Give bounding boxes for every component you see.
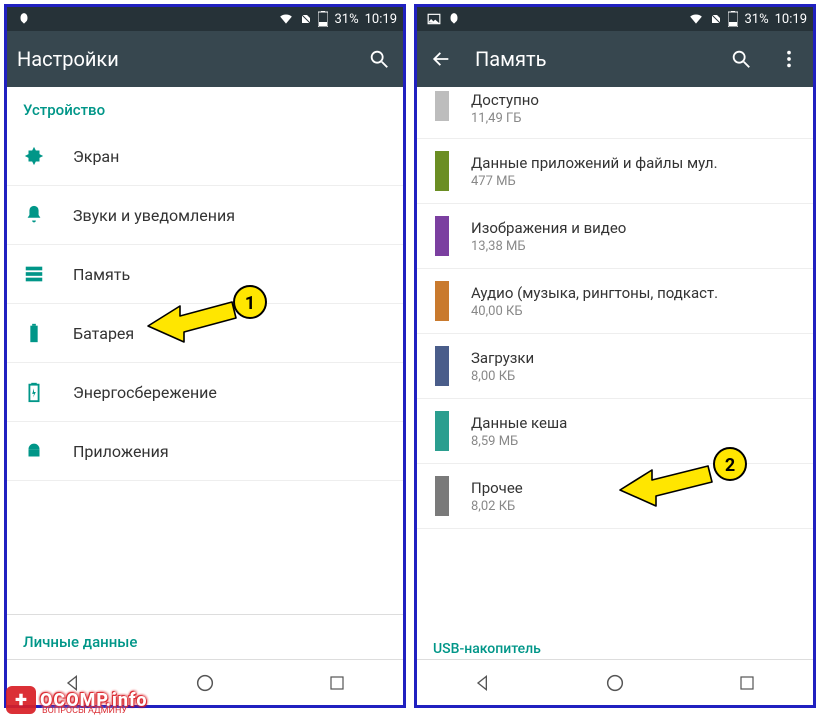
- storage-size: 8,02 КБ: [471, 499, 523, 514]
- search-button[interactable]: [727, 45, 755, 73]
- storage-item-other[interactable]: Прочее 8,02 КБ: [417, 464, 813, 529]
- phone-right: 31% 10:19 Память Доступно 11,49 ГБ: [414, 4, 816, 708]
- android-icon: [23, 440, 45, 462]
- settings-item-apps[interactable]: Приложения: [7, 422, 403, 481]
- clock: 10:19: [775, 12, 807, 27]
- storage-list: Доступно 11,49 ГБ Данные приложений и фа…: [417, 87, 813, 659]
- battery-saver-icon: [23, 381, 45, 403]
- settings-item-sounds[interactable]: Звуки и уведомления: [7, 186, 403, 245]
- watermark-plus-icon: +: [6, 686, 36, 714]
- item-label: Приложения: [73, 442, 169, 461]
- status-bar: 31% 10:19: [7, 7, 403, 31]
- overflow-button[interactable]: [775, 45, 803, 73]
- item-label: Экран: [73, 147, 119, 166]
- battery-icon: [728, 11, 738, 27]
- color-swatch: [435, 476, 449, 516]
- battery-pct: 31%: [334, 12, 358, 27]
- back-button[interactable]: [427, 45, 455, 73]
- app-bar: Настройки: [7, 31, 403, 87]
- item-label: Энергосбережение: [73, 383, 217, 402]
- battery-full-icon: [23, 322, 45, 344]
- color-swatch: [435, 91, 449, 121]
- settings-item-storage[interactable]: Память: [7, 245, 403, 304]
- color-swatch: [435, 281, 449, 321]
- settings-item-display[interactable]: Экран: [7, 127, 403, 186]
- storage-item-audio[interactable]: Аудио (музыка, рингтоны, подкаст. 40,00 …: [417, 269, 813, 334]
- item-label: Батарея: [73, 324, 134, 343]
- clock: 10:19: [365, 12, 397, 27]
- settings-list: Устройство Экран Звуки и уведомления Пам…: [7, 87, 403, 659]
- nav-home-button[interactable]: [595, 663, 635, 703]
- storage-size: 11,49 ГБ: [471, 111, 539, 126]
- storage-label: Данные приложений и файлы мул.: [471, 154, 718, 172]
- nav-back-button[interactable]: [463, 663, 503, 703]
- storage-item-cache[interactable]: Данные кеша 8,59 МБ: [417, 399, 813, 464]
- item-label: Звуки и уведомления: [73, 206, 235, 225]
- brightness-icon: [23, 145, 45, 167]
- wifi-icon: [278, 12, 294, 26]
- section-header-device: Устройство: [7, 87, 403, 127]
- no-sim-icon: [300, 12, 312, 26]
- battery-icon: [318, 11, 328, 27]
- section-header-personal: Личные данные: [7, 614, 403, 659]
- storage-item-downloads[interactable]: Загрузки 8,00 КБ: [417, 334, 813, 399]
- rocket-icon: [447, 12, 461, 26]
- storage-size: 40,00 КБ: [471, 304, 718, 319]
- more-vert-icon: [778, 48, 800, 70]
- search-icon: [730, 48, 752, 70]
- rocket-icon: [17, 12, 31, 26]
- page-title: Память: [475, 47, 707, 71]
- picture-icon: [427, 12, 441, 26]
- search-icon: [368, 48, 390, 70]
- storage-icon: [23, 263, 45, 285]
- storage-item-apps[interactable]: Данные приложений и файлы мул. 477 МБ: [417, 139, 813, 204]
- storage-size: 8,59 МБ: [471, 434, 567, 449]
- storage-item-available[interactable]: Доступно 11,49 ГБ: [417, 87, 813, 139]
- status-bar: 31% 10:19: [417, 7, 813, 31]
- storage-label: Аудио (музыка, рингтоны, подкаст.: [471, 284, 718, 302]
- page-title: Настройки: [17, 47, 345, 71]
- arrow-back-icon: [430, 48, 452, 70]
- nav-bar: [417, 659, 813, 705]
- storage-label: Прочее: [471, 479, 523, 497]
- bell-icon: [23, 204, 45, 226]
- color-swatch: [435, 151, 449, 191]
- watermark: + OCOMP.info ВОПРОСЫ АДМИНУ: [6, 686, 148, 714]
- storage-size: 477 МБ: [471, 174, 718, 189]
- settings-item-battery[interactable]: Батарея: [7, 304, 403, 363]
- color-swatch: [435, 346, 449, 386]
- no-sim-icon: [710, 12, 722, 26]
- wifi-icon: [688, 12, 704, 26]
- storage-label: Данные кеша: [471, 414, 567, 432]
- settings-item-power[interactable]: Энергосбережение: [7, 363, 403, 422]
- storage-label: Загрузки: [471, 349, 534, 367]
- storage-size: 13,38 МБ: [471, 239, 626, 254]
- storage-label: Изображения и видео: [471, 219, 626, 237]
- color-swatch: [435, 216, 449, 256]
- color-swatch: [435, 411, 449, 451]
- search-button[interactable]: [365, 45, 393, 73]
- battery-pct: 31%: [744, 12, 768, 27]
- watermark-subtext: ВОПРОСЫ АДМИНУ: [42, 706, 127, 716]
- storage-item-media[interactable]: Изображения и видео 13,38 МБ: [417, 204, 813, 269]
- item-label: Память: [73, 265, 130, 284]
- phone-left: 31% 10:19 Настройки Устройство Экран Зву…: [4, 4, 406, 708]
- storage-label: Доступно: [471, 91, 539, 109]
- nav-recent-button[interactable]: [317, 663, 357, 703]
- storage-size: 8,00 КБ: [471, 369, 534, 384]
- usb-section-header: USB-накопитель: [417, 627, 813, 659]
- nav-home-button[interactable]: [185, 663, 225, 703]
- nav-recent-button[interactable]: [727, 663, 767, 703]
- app-bar: Память: [417, 31, 813, 87]
